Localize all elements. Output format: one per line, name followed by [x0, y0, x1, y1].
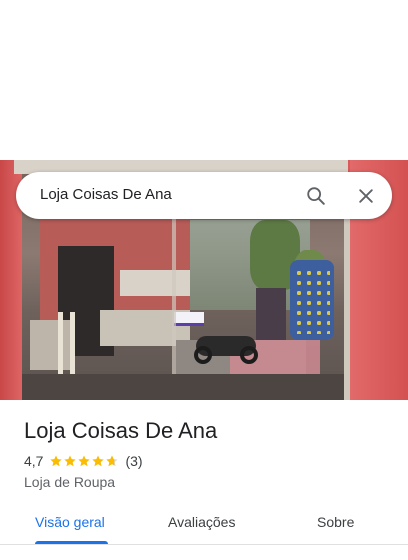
place-tabs: Visão geral Avaliações Sobre: [0, 500, 408, 546]
rating-value: 4,7: [24, 453, 44, 469]
tabs-divider: [0, 544, 408, 545]
close-icon[interactable]: [352, 182, 380, 210]
search-icon[interactable]: [302, 182, 330, 210]
rating-stars: [49, 454, 119, 468]
place-category[interactable]: Loja de Roupa: [24, 474, 115, 490]
star-icon: [78, 455, 91, 467]
tab-overview[interactable]: Visão geral: [35, 514, 105, 530]
place-title: Loja Coisas De Ana: [24, 418, 218, 443]
rating-row[interactable]: 4,7 (3): [24, 453, 143, 469]
star-icon: [92, 455, 105, 467]
star-half-icon: [106, 455, 119, 467]
search-input[interactable]: Loja Coisas De Ana: [40, 186, 172, 203]
blank-header-area: [0, 0, 408, 160]
tab-reviews[interactable]: Avaliações: [168, 514, 235, 530]
place-page: Loja Coisas De Ana Loja Coisas De Ana 4,…: [0, 0, 408, 560]
star-icon: [64, 455, 77, 467]
review-count[interactable]: (3): [125, 453, 142, 469]
star-icon: [50, 455, 63, 467]
tab-about[interactable]: Sobre: [317, 514, 354, 530]
search-bar[interactable]: Loja Coisas De Ana: [16, 172, 392, 219]
